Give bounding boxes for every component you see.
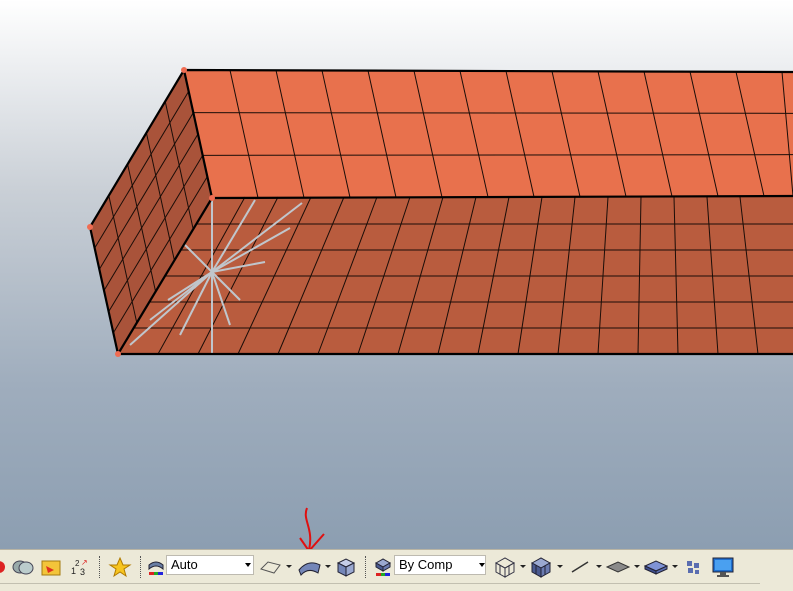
svg-text:↗: ↗	[81, 558, 88, 567]
mesh-line	[202, 154, 793, 156]
shaded-surface-icon[interactable]	[296, 556, 324, 578]
numbering-icon[interactable]: 2 1 3 ↗	[68, 556, 92, 578]
top-face	[184, 70, 793, 198]
wireframe-cube-icon[interactable]	[492, 556, 518, 578]
svg-text:1: 1	[71, 566, 76, 576]
front-face	[118, 196, 793, 354]
line-icon[interactable]	[568, 556, 592, 578]
toolbar-strip: 2 1 3 ↗ Auto By Comp	[0, 550, 760, 584]
toolbar-separator	[365, 556, 367, 578]
shaded-cube-icon[interactable]	[528, 556, 554, 578]
element-color-icon	[146, 556, 166, 578]
component-color-mode-dropdown[interactable]: By Comp	[394, 555, 486, 575]
graphics-viewport[interactable]	[0, 0, 793, 549]
chevron-down-icon[interactable]	[520, 565, 526, 568]
toolbar-separator	[140, 556, 142, 578]
component-color-mode-value: By Comp	[399, 557, 453, 572]
chevron-down-icon[interactable]	[286, 565, 292, 568]
shell-icon[interactable]	[642, 556, 670, 578]
plane-icon[interactable]	[604, 556, 632, 578]
mesh-model[interactable]	[0, 0, 793, 549]
solid-box-icon[interactable]	[333, 556, 359, 578]
element-color-mode-value: Auto	[171, 557, 198, 572]
folder-icon[interactable]	[40, 556, 64, 578]
geometry-icon[interactable]	[11, 556, 35, 578]
chevron-down-icon[interactable]	[596, 565, 602, 568]
favorite-star-icon[interactable]	[108, 556, 132, 578]
monitor-icon[interactable]	[710, 556, 736, 578]
element-color-mode-dropdown[interactable]: Auto	[166, 555, 254, 575]
chevron-down-icon[interactable]	[634, 565, 640, 568]
chevron-down-icon[interactable]	[672, 565, 678, 568]
chevron-down-icon[interactable]	[557, 565, 563, 568]
chevron-down-icon[interactable]	[245, 563, 251, 567]
render-icon[interactable]	[0, 556, 8, 578]
wire-shape-icon[interactable]	[258, 556, 284, 578]
mesh-line	[193, 112, 793, 114]
bottom-toolbar: 2 1 3 ↗ Auto By Comp	[0, 549, 793, 591]
chevron-down-icon[interactable]	[325, 565, 331, 568]
svg-text:3: 3	[80, 567, 85, 577]
chevron-down-icon[interactable]	[479, 563, 485, 567]
annotation-arrow	[299, 507, 325, 549]
toolbar-separator	[99, 556, 101, 578]
by-comp-icon	[372, 556, 394, 578]
mesh-nodes-icon[interactable]	[682, 556, 706, 578]
